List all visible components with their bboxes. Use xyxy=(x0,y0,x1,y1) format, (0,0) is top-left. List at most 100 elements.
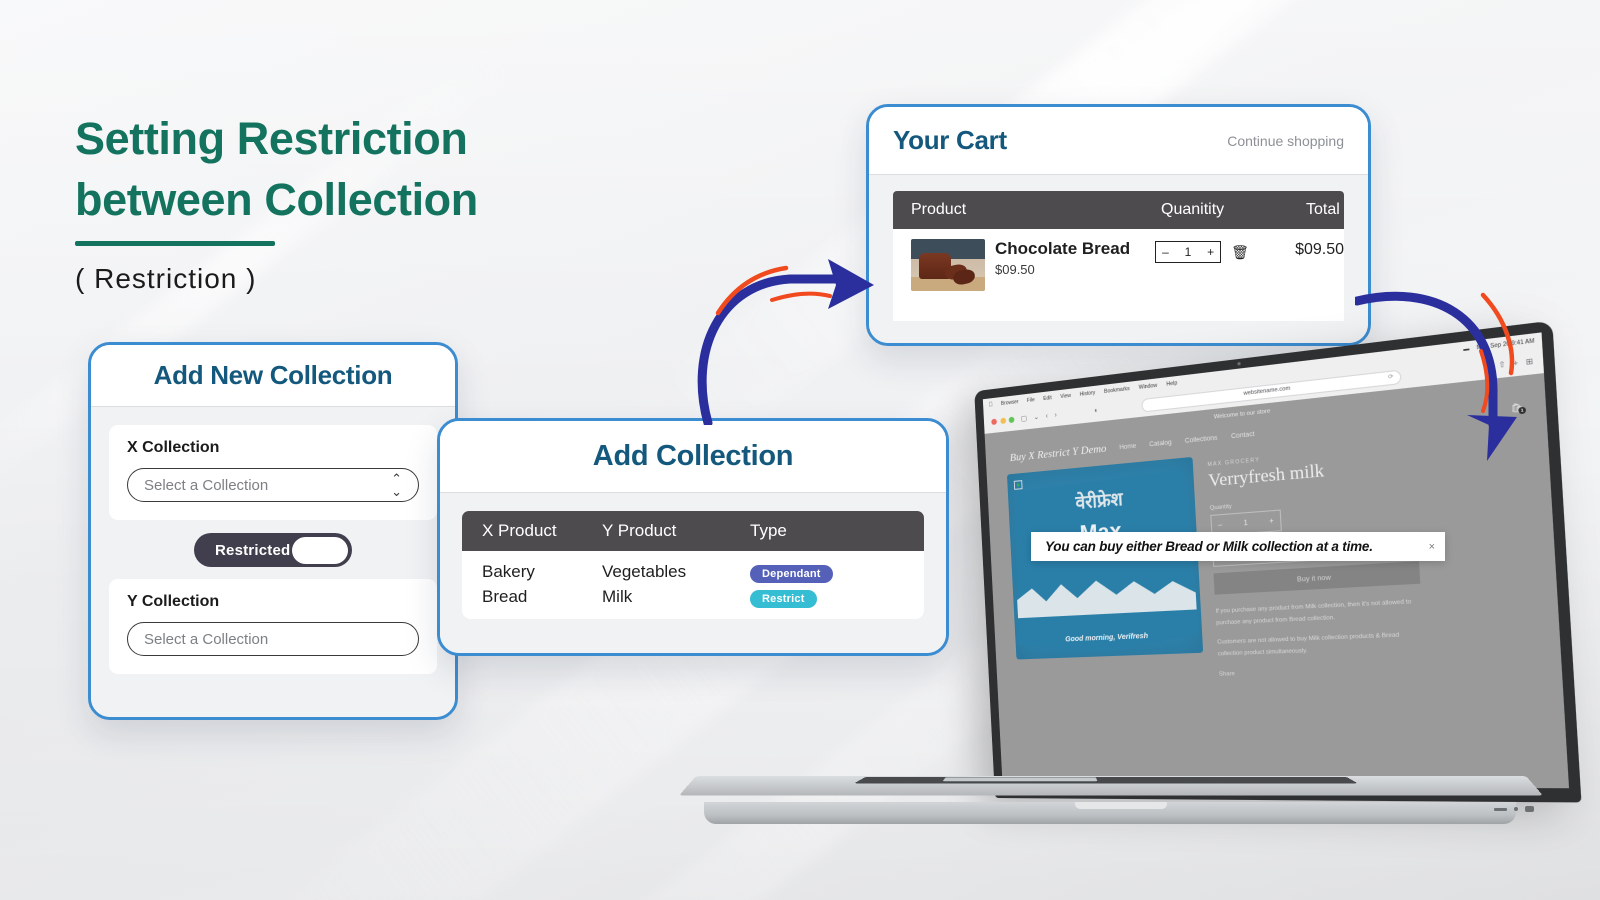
restricted-toggle-wrapper: Restricted xyxy=(109,520,437,579)
menu-help[interactable]: Help xyxy=(1166,380,1177,388)
address-bar-url: websitename.com xyxy=(1243,385,1291,398)
shield-icon[interactable]: ◐ xyxy=(1094,407,1099,415)
nav-home[interactable]: Home xyxy=(1119,442,1136,451)
add-collection-card: Add Collection X Product Y Product Type … xyxy=(437,418,949,656)
x-collection-field-group: X Collection Select a Collection ⌃ ⌄ xyxy=(109,425,437,520)
nav-contact[interactable]: Contact xyxy=(1231,430,1255,440)
x-collection-label: X Collection xyxy=(127,439,220,456)
x-collection-select-value: Select a Collection xyxy=(144,476,269,494)
y-collection-label: Y Collection xyxy=(127,593,220,610)
cart-col-quantity: Quanitity xyxy=(1161,201,1225,218)
page-title: Setting Restriction between Collection (… xyxy=(75,108,478,295)
cart-item-name: Chocolate Bread xyxy=(995,239,1131,258)
back-icon[interactable]: ‹ xyxy=(1046,412,1049,419)
cart-item-price: $09.50 xyxy=(995,262,1035,277)
add-new-collection-header: Add New Collection xyxy=(91,345,455,407)
add-new-collection-body: X Collection Select a Collection ⌃ ⌄ Rest… xyxy=(91,407,455,717)
product-qty-decrease[interactable]: – xyxy=(1218,521,1223,529)
cell-type: Dependant xyxy=(750,562,880,583)
nav-catalog[interactable]: Catalog xyxy=(1149,438,1172,448)
col-x-product: X Product xyxy=(482,521,557,540)
menu-view[interactable]: View xyxy=(1060,392,1071,399)
add-new-collection-title: Add New Collection xyxy=(153,360,393,390)
add-collection-header: Add Collection xyxy=(440,421,946,493)
window-controls[interactable] xyxy=(991,416,1015,426)
title-line-1: Setting Restriction xyxy=(75,113,468,164)
cart-card-body: Product Quanitity Total Chocolate Bread … xyxy=(869,175,1368,343)
cell-x-product: Bakery xyxy=(482,562,535,581)
chevron-down-icon[interactable]: ⌄ xyxy=(1033,413,1039,422)
product-description: If you purchase any product from Milk co… xyxy=(1215,596,1424,660)
buy-it-now-button[interactable]: Buy it now xyxy=(1213,561,1421,595)
cart-card-header: Your Cart Continue shopping xyxy=(869,107,1368,175)
status-badge-restrict: Restrict xyxy=(750,589,817,608)
quantity-value: 1 xyxy=(1184,245,1192,259)
add-new-collection-card: Add New Collection X Collection Select a… xyxy=(88,342,458,720)
product-quantity-label: Quantity xyxy=(1209,503,1233,512)
share-link[interactable]: Share xyxy=(1219,665,1426,678)
menu-edit[interactable]: Edit xyxy=(1043,395,1052,402)
menu-window[interactable]: Window xyxy=(1139,382,1158,390)
forward-icon[interactable]: › xyxy=(1054,411,1057,418)
laptop-base xyxy=(679,776,1552,848)
collection-rules-table: X Product Y Product Type Bakery Vegetabl… xyxy=(462,511,924,619)
x-collection-select[interactable]: Select a Collection ⌃ ⌄ xyxy=(127,468,419,502)
trackpad xyxy=(942,777,1098,782)
cell-x-product: Bread xyxy=(482,587,528,606)
cart-title: Your Cart xyxy=(893,125,1007,155)
store-brand[interactable]: Buy X Restrict Y Demo xyxy=(1010,442,1107,464)
col-y-product: Y Product xyxy=(602,521,677,540)
sidebar-icon[interactable]: ▢ xyxy=(1021,414,1028,423)
close-icon[interactable]: × xyxy=(1429,541,1435,553)
laptop-deck xyxy=(679,776,1543,796)
title-line-2: between Collection xyxy=(75,174,478,225)
col-type: Type xyxy=(750,521,787,540)
y-collection-field-group: Y Collection Select a Collection xyxy=(109,579,437,674)
page-subtitle: ( Restriction ) xyxy=(75,263,257,294)
cart-col-total: Total xyxy=(1306,201,1340,218)
cart-item-row: Chocolate Bread $09.50 – 1 + 🗑 $09.50 xyxy=(893,229,1344,321)
cart-col-product: Product xyxy=(911,201,967,218)
add-collection-title: Add Collection xyxy=(592,440,794,472)
restricted-toggle-label: Restricted xyxy=(215,541,291,559)
laptop-lip-notch xyxy=(1075,802,1167,809)
product-qty-value: 1 xyxy=(1243,519,1248,527)
y-collection-select[interactable]: Select a Collection xyxy=(127,622,419,656)
chevron-updown-icon: ⌃ ⌄ xyxy=(391,471,402,499)
quantity-decrease-button[interactable]: – xyxy=(1162,245,1169,259)
cart-item-total: $09.50 xyxy=(1295,241,1344,258)
menu-history[interactable]: History xyxy=(1079,389,1095,397)
y-collection-select-value: Select a Collection xyxy=(144,630,269,648)
vegetarian-mark-icon xyxy=(1013,480,1023,490)
restricted-toggle[interactable]: Restricted xyxy=(194,533,352,567)
status-badge-dependant: Dependant xyxy=(750,564,833,583)
trash-icon[interactable]: 🗑 xyxy=(1231,244,1249,261)
cell-type: Restrict xyxy=(750,587,880,608)
arrow-to-laptop xyxy=(1355,291,1517,461)
tooltip-message: You can buy either Bread or Milk collect… xyxy=(1045,539,1373,554)
cart-card: Your Cart Continue shopping Product Quan… xyxy=(866,104,1371,346)
cart-table-header: Product Quanitity Total xyxy=(893,191,1344,229)
keyboard xyxy=(854,776,1358,784)
apple-logo-icon:  xyxy=(988,402,992,408)
menu-bookmarks[interactable]: Bookmarks xyxy=(1104,385,1130,394)
cell-y-product: Vegetables xyxy=(602,562,687,581)
table-row: Bakery Vegetables Dependant xyxy=(462,551,924,585)
quantity-increase-button[interactable]: + xyxy=(1207,245,1214,259)
quantity-stepper[interactable]: – 1 + xyxy=(1155,241,1222,263)
nav-collections[interactable]: Collections xyxy=(1185,434,1218,445)
menu-browser[interactable]: Browser xyxy=(1001,399,1019,407)
add-collection-body: X Product Y Product Type Bakery Vegetabl… xyxy=(440,493,946,653)
cell-y-product: Milk xyxy=(602,587,633,606)
product-description-paragraph-2: Customers are not allowed to buy Milk co… xyxy=(1217,631,1400,658)
product-description-paragraph-1: If you purchase any product from Milk co… xyxy=(1215,598,1412,627)
table-header-row: X Product Y Product Type xyxy=(462,511,924,551)
title-underline xyxy=(75,241,275,246)
restriction-tooltip: You can buy either Bread or Milk collect… xyxy=(1031,532,1445,561)
toggle-knob xyxy=(292,536,348,564)
menu-file[interactable]: File xyxy=(1027,397,1035,404)
arrow-to-cart xyxy=(697,259,874,425)
product-qty-increase[interactable]: + xyxy=(1269,517,1274,525)
continue-shopping-link[interactable]: Continue shopping xyxy=(1227,133,1344,149)
table-row: Bread Milk Restrict xyxy=(462,585,924,619)
